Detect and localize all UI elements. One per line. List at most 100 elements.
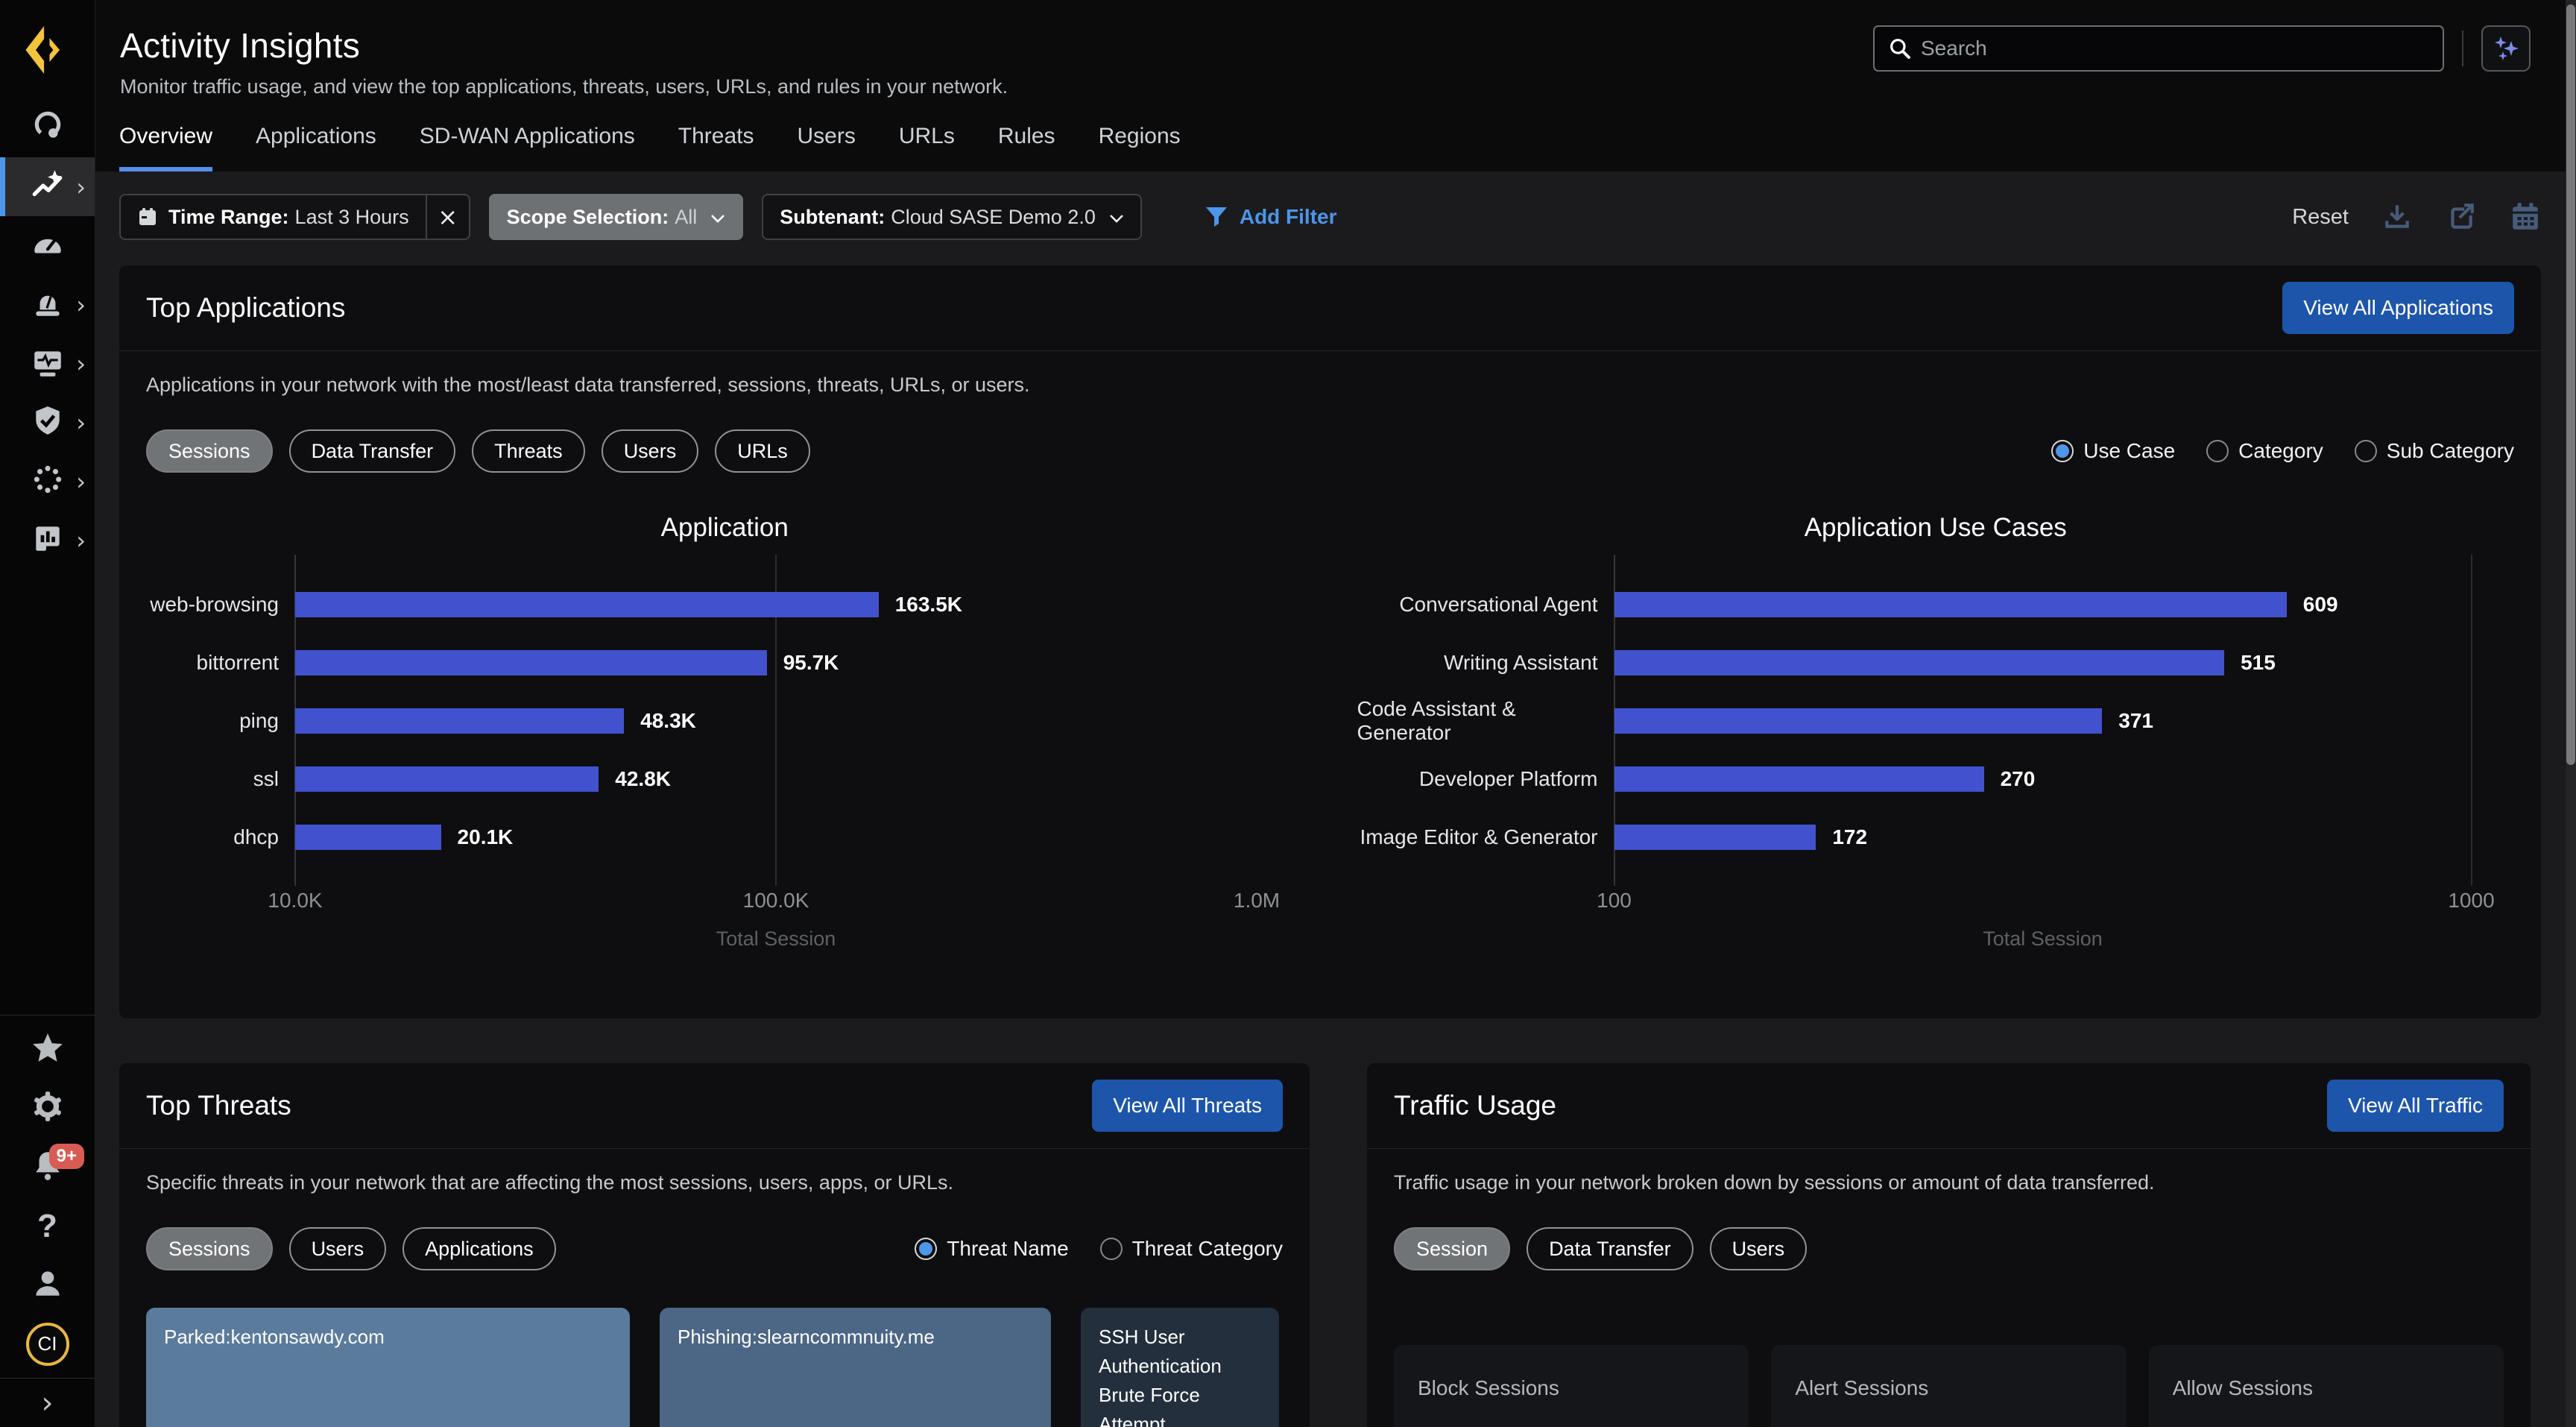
tab-applications[interactable]: Applications [256,124,376,171]
toggle-data-transfer[interactable]: Data Transfer [289,429,456,473]
tenant-avatar[interactable]: CI [0,1314,95,1373]
speedometer-icon [31,227,65,265]
notification-badge: 9+ [49,1144,84,1169]
favorites-button[interactable] [0,1020,95,1079]
insights-sparkline-icon [31,168,65,206]
monitor-pulse-icon [31,344,65,382]
help-button[interactable]: ? [0,1197,95,1256]
search-input[interactable] [1873,25,2444,72]
group-by-radio-group: Threat Name Threat Category [915,1237,1283,1261]
sidebar-item-activity-insights[interactable]: › [0,157,95,216]
bar-writing-assistant[interactable] [1614,650,2225,675]
radio-dot [915,1238,937,1260]
chart-title: Application Use Cases [1330,513,2542,543]
radio-use-case[interactable]: Use Case [2051,439,2175,463]
sidebar-item-reports[interactable]: › [0,511,95,570]
sidebar-expand-button[interactable]: › [0,1378,95,1427]
radio-category[interactable]: Category [2206,439,2323,463]
toggle-users[interactable]: Users [602,429,699,473]
company-logo-icon[interactable] [0,0,95,89]
toggle-data-transfer[interactable]: Data Transfer [1527,1227,1693,1270]
tab-sdwan-applications[interactable]: SD-WAN Applications [420,124,635,171]
toggle-threats[interactable]: Threats [472,429,585,473]
toggle-users[interactable]: Users [289,1227,387,1270]
toggle-users[interactable]: Users [1710,1227,1808,1270]
funnel-icon [1205,207,1228,227]
bar-image-editor[interactable] [1614,825,1816,850]
reset-button[interactable]: Reset [2292,205,2349,230]
radio-threat-name[interactable]: Threat Name [915,1237,1068,1261]
bar-developer-platform[interactable] [1614,766,1984,792]
ai-sparkle-icon [2491,34,2521,63]
x-axis-title: Total Session [295,927,1257,951]
bar-code-assistant[interactable] [1614,708,2103,734]
scrollbar-thumb[interactable] [2566,4,2575,765]
treemap-block[interactable]: Parked:kentonsawdy.com [146,1308,630,1427]
chevron-down-icon [710,213,725,224]
toggle-urls[interactable]: URLs [715,429,810,473]
traffic-usage-card: Traffic Usage View All Traffic Traffic u… [1367,1063,2531,1427]
bar-bittorrent[interactable] [295,650,767,675]
scope-selection-filter[interactable]: Scope Selection: All [489,194,744,240]
user-button[interactable] [0,1256,95,1314]
add-filter-button[interactable]: Add Filter [1205,205,1337,229]
page-subtitle: Monitor traffic usage, and view the top … [120,75,1008,98]
view-all-threats-button[interactable]: View All Threats [1092,1080,1283,1132]
filter-value: Last 3 Hours [295,206,409,229]
vertical-scrollbar [2566,0,2576,1427]
notifications-button[interactable]: 9+ [0,1138,95,1197]
chevron-right-icon: › [76,352,86,376]
card-description: Specific threats in your network that ar… [146,1171,1283,1194]
sidebar-item-dashboards[interactable] [0,216,95,275]
search-icon [1888,37,1912,60]
toggle-sessions[interactable]: Sessions [146,1227,273,1270]
filter-value: All [675,206,697,229]
block-sessions-tile[interactable]: Block Sessions 6.2K [1394,1345,1749,1427]
download-icon[interactable] [2381,201,2413,233]
calendar-schedule-icon[interactable] [2510,201,2541,233]
alert-sessions-tile[interactable]: Alert Sessions 0 [1771,1345,2126,1427]
toggle-sessions[interactable]: Sessions [146,429,273,473]
bar-conversational-agent[interactable] [1614,592,2287,617]
tab-bar: Overview Applications SD-WAN Application… [95,124,2576,171]
view-all-traffic-button[interactable]: View All Traffic [2327,1080,2504,1132]
avatar: CI [26,1323,69,1366]
ai-assistant-button[interactable] [2481,25,2531,72]
radio-sub-category[interactable]: Sub Category [2355,439,2514,463]
sidebar-item-security[interactable]: › [0,393,95,452]
close-icon[interactable]: × [427,203,469,231]
bar-ssl[interactable] [295,766,599,792]
allow-sessions-tile[interactable]: Allow Sessions 1.0M [2149,1345,2504,1427]
sidebar-item-monitoring[interactable]: › [0,334,95,393]
sidebar-item-command-center[interactable] [0,98,95,157]
tab-threats[interactable]: Threats [678,124,754,171]
tab-urls[interactable]: URLs [899,124,955,171]
toggle-applications[interactable]: Applications [402,1227,556,1270]
toggle-session[interactable]: Session [1394,1227,1510,1270]
filter-value: Cloud SASE Demo 2.0 [891,206,1096,229]
settings-button[interactable] [0,1079,95,1138]
bar-dhcp[interactable] [295,825,441,850]
category-label: Writing Assistant [1357,634,1614,692]
tab-users[interactable]: Users [798,124,856,171]
sidebar-item-workflows[interactable]: › [0,452,95,511]
tab-regions[interactable]: Regions [1099,124,1181,171]
share-export-icon[interactable] [2446,201,2477,233]
sidebar-item-incidents-alerts[interactable]: › [0,275,95,334]
bar-web-browsing[interactable] [295,592,879,617]
radar-icon [31,109,65,147]
tab-rules[interactable]: Rules [998,124,1055,171]
radio-threat-category[interactable]: Threat Category [1100,1237,1283,1261]
view-all-applications-button[interactable]: View All Applications [2282,282,2514,334]
report-chart-icon [31,521,65,559]
card-title: Top Applications [146,292,345,324]
treemap-block[interactable]: SSH User Authentication Brute Force Atte… [1081,1308,1279,1427]
category-label: ping [146,692,295,750]
metric-toggle-group: Sessions Users Applications [146,1227,556,1270]
bar-ping[interactable] [295,708,624,734]
radio-dot [2051,440,2074,462]
tab-overview[interactable]: Overview [119,124,212,171]
subtenant-filter[interactable]: Subtenant: Cloud SASE Demo 2.0 [762,194,1142,240]
time-range-filter[interactable]: Time Range: Last 3 Hours × [119,194,470,240]
treemap-block[interactable]: Phishing:slearncommnuity.me [660,1308,1051,1427]
